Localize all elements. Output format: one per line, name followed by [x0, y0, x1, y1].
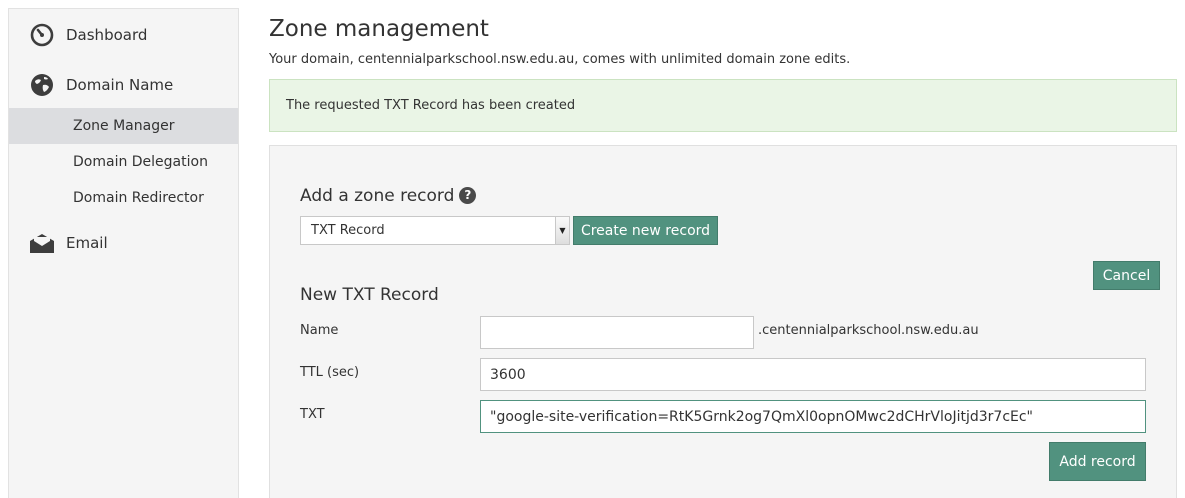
sidebar-item-domain-delegation[interactable]: Domain Delegation [9, 144, 238, 180]
alert-message: The requested TXT Record has been create… [286, 98, 576, 113]
success-alert: The requested TXT Record has been create… [269, 79, 1177, 132]
create-new-record-button[interactable]: Create new record [573, 216, 718, 245]
txt-label: TXT [300, 407, 325, 422]
add-record-heading: Add a zone record? [300, 186, 477, 206]
page-description: Your domain, centennialparkschool.nsw.ed… [269, 52, 851, 67]
sidebar-item-label: Domain Name [66, 76, 174, 94]
sidebar-item-label: Dashboard [66, 26, 148, 44]
envelope-icon [29, 230, 55, 256]
sidebar-item-dashboard[interactable]: Dashboard [29, 20, 147, 50]
name-label: Name [300, 323, 339, 338]
new-record-heading: New TXT Record [300, 285, 439, 305]
page-title: Zone management [269, 16, 489, 42]
chevron-down-icon: ▼ [555, 217, 569, 244]
add-record-button[interactable]: Add record [1049, 442, 1146, 481]
globe-icon [29, 72, 55, 98]
ttl-label: TTL (sec) [300, 365, 360, 380]
sidebar: Dashboard Domain Name Zone Manager Domai… [8, 8, 239, 498]
txt-input[interactable]: "google-site-verification=RtK5Grnk2og7Qm… [480, 400, 1146, 433]
add-record-heading-text: Add a zone record [300, 186, 455, 206]
sidebar-item-domain-redirector[interactable]: Domain Redirector [9, 180, 238, 216]
name-input[interactable] [480, 316, 754, 349]
sidebar-item-email[interactable]: Email [29, 228, 108, 258]
question-circle-icon[interactable]: ? [459, 186, 477, 204]
sidebar-item-zone-manager[interactable]: Zone Manager [9, 108, 238, 144]
zone-record-panel: Add a zone record? TXT Record ▼ Create n… [269, 145, 1177, 498]
gauge-icon [29, 22, 55, 48]
main-content: Zone management Your domain, centennialp… [269, 0, 1177, 498]
record-type-value: TXT Record [311, 223, 385, 238]
cancel-button[interactable]: Cancel [1093, 261, 1160, 290]
ttl-input[interactable]: 3600 [480, 358, 1146, 391]
sidebar-item-domain-name[interactable]: Domain Name [29, 70, 173, 100]
domain-suffix: .centennialparkschool.nsw.edu.au [758, 323, 979, 338]
record-type-select[interactable]: TXT Record ▼ [300, 216, 570, 245]
sidebar-item-label: Email [66, 234, 108, 252]
